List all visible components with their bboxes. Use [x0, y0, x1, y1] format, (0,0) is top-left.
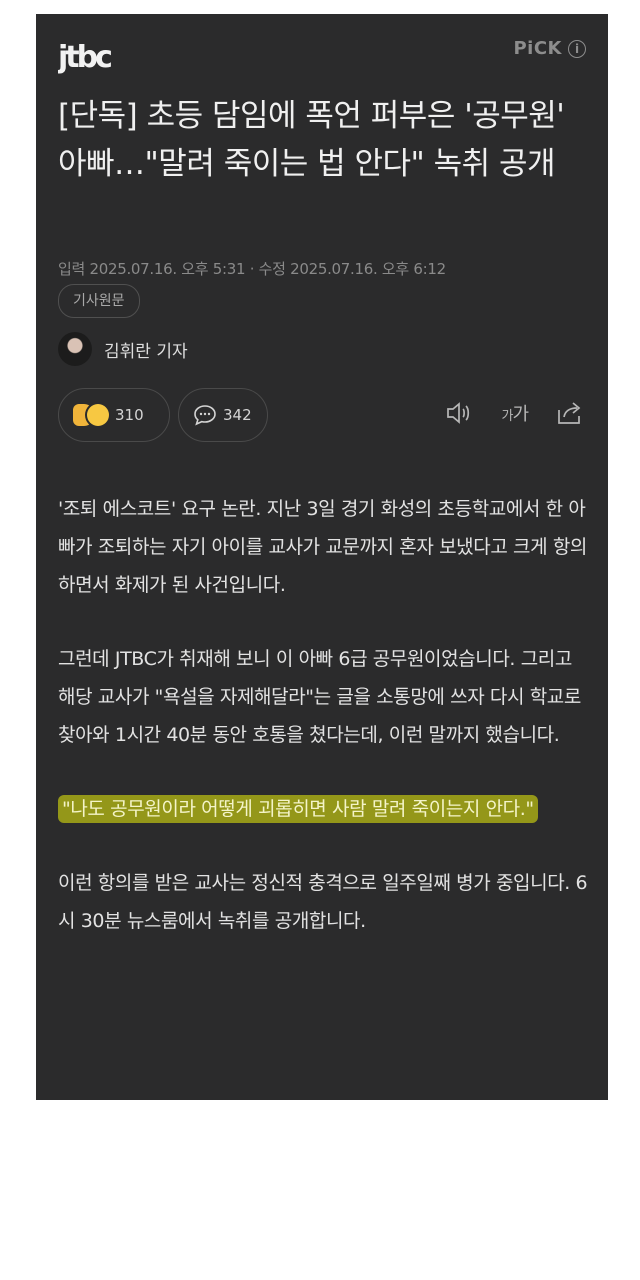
- pick-label: PiCK: [513, 38, 562, 59]
- article-tools: 가가: [445, 400, 584, 426]
- info-icon[interactable]: i: [568, 39, 586, 58]
- share-icon[interactable]: [556, 400, 584, 426]
- article-headline: [단독] 초등 담임에 폭언 퍼부은 '공무원' 아빠…"말려 죽이는 법 안다…: [58, 98, 565, 182]
- avatar: [58, 332, 92, 366]
- original-article-button[interactable]: 기사원문: [58, 284, 140, 318]
- author-name: 김휘란 기자: [104, 341, 188, 362]
- header: jtbc PiCK i: [36, 14, 608, 86]
- paragraph-1: '조퇴 에스코트' 요구 논란. 지난 3일 경기 화성의 초등학교에서 한 아…: [58, 498, 587, 596]
- article-timestamps: 입력 2025.07.16. 오후 5:31 · 수정 2025.07.16. …: [58, 260, 446, 278]
- audio-speaker-icon[interactable]: [445, 401, 473, 425]
- reaction-emoji-icon: [73, 404, 109, 426]
- author[interactable]: 김휘란 기자: [58, 332, 188, 366]
- reactions-count: 310: [115, 406, 144, 424]
- article-body: '조퇴 에스코트' 요구 논란. 지난 3일 경기 화성의 초등학교에서 한 아…: [58, 490, 588, 976]
- jtbc-logo-mark: jtbc: [57, 40, 114, 75]
- reactions-button[interactable]: 310: [58, 388, 170, 442]
- article-panel: jtbc PiCK i [단독] 초등 담임에 폭언 퍼부은 '공무원' 아빠……: [36, 14, 608, 1100]
- pick-badge[interactable]: PiCK i: [513, 38, 586, 59]
- font-size-button[interactable]: 가가: [501, 400, 529, 426]
- comment-bubble-icon: [193, 404, 217, 426]
- svg-text:jtbc: jtbc: [58, 40, 111, 74]
- comments-button[interactable]: 342: [178, 388, 268, 442]
- paragraph-2: 그런데 JTBC가 취재해 보니 이 아빠 6급 공무원이었습니다. 그리고 해…: [58, 648, 581, 746]
- highlighted-quote: "나도 공무원이라 어떻게 괴롭히면 사람 말려 죽이는지 안다.": [58, 790, 588, 828]
- comments-count: 342: [223, 406, 252, 424]
- quote-highlight: "나도 공무원이라 어떻게 괴롭히면 사람 말려 죽이는지 안다.": [58, 795, 538, 823]
- paragraph-4: 이런 항의를 받은 교사는 정신적 충격으로 일주일째 병가 중입니다. 6시 …: [58, 872, 588, 932]
- jtbc-logo[interactable]: jtbc: [57, 40, 120, 79]
